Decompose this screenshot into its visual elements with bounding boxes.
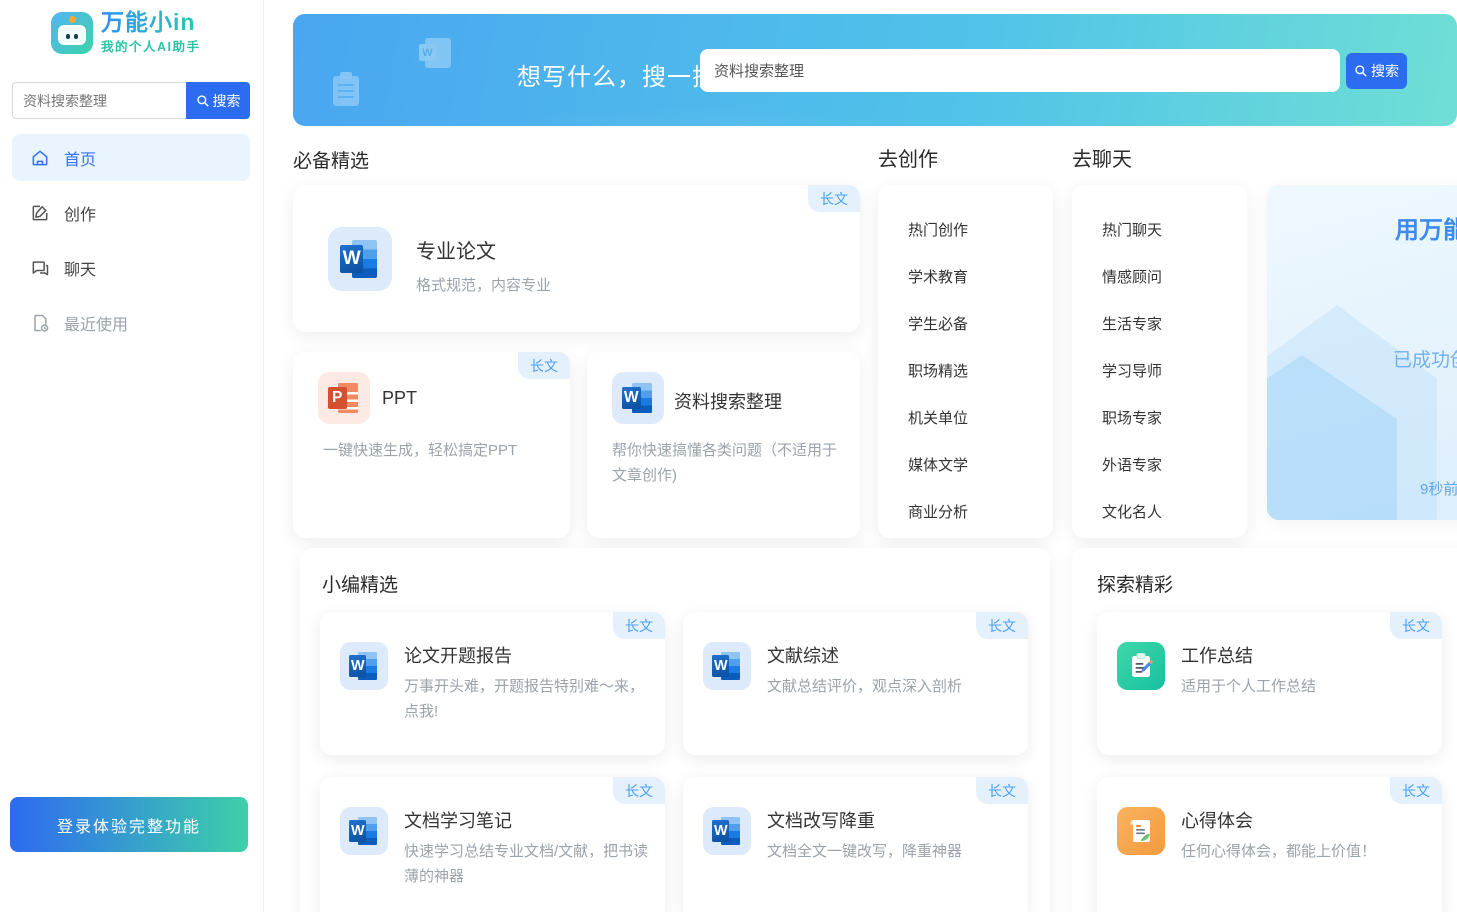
ppt-icon: P xyxy=(318,372,370,424)
chat-item[interactable]: 职场专家 xyxy=(1102,395,1247,442)
card-subtitle: 快速学习总结专业文档/文献，把书读薄的神器 xyxy=(404,839,652,889)
word-icon: W xyxy=(703,807,751,855)
sidebar-menu: 首页 创作 聊天 最近使用 xyxy=(12,134,250,354)
card-title: 资料搜索整理 xyxy=(674,388,782,414)
create-item[interactable]: 学术教育 xyxy=(908,254,1053,301)
create-item[interactable]: 热门创作 xyxy=(908,207,1053,254)
promo-title: 用万能 xyxy=(1395,210,1457,245)
card-ppt[interactable]: 长文 P PPT 一键快速生成，轻松搞定PPT xyxy=(293,352,570,538)
card-subtitle: 一键快速生成，轻松搞定PPT xyxy=(323,438,548,463)
long-text-badge: 长文 xyxy=(808,185,860,212)
sidebar-item-home[interactable]: 首页 xyxy=(12,134,250,181)
card-subtitle: 帮你快速搞懂各类问题（不适用于文章创作) xyxy=(612,438,840,488)
app-logo: 万能小in 我的个人AI助手 xyxy=(51,10,201,55)
banner-prompt: 想写什么，搜一搜 xyxy=(517,57,717,92)
long-text-badge: 长文 xyxy=(1390,612,1442,639)
create-item[interactable]: 机关单位 xyxy=(908,395,1053,442)
word-deco-icon xyxy=(425,38,451,68)
word-icon: W xyxy=(328,227,392,291)
sidebar-search-button[interactable]: 搜索 xyxy=(186,82,250,119)
card-title: 心得体会 xyxy=(1181,807,1253,833)
search-banner: 想写什么，搜一搜 搜索 xyxy=(293,14,1457,126)
explore-section: 探索精彩 长文 工作总结 适用于个人工作总结 长文 心得体会 任何心得体会，都能… xyxy=(1072,548,1457,912)
card-title: 文档改写降重 xyxy=(767,807,875,833)
chat-item[interactable]: 生活专家 xyxy=(1102,301,1247,348)
card-work-summary[interactable]: 长文 工作总结 适用于个人工作总结 xyxy=(1097,612,1442,755)
create-heading: 去创作 xyxy=(878,143,938,172)
sidebar-item-chat[interactable]: 聊天 xyxy=(12,244,250,291)
card-title: 论文开题报告 xyxy=(404,642,512,668)
promo-timestamp: 9秒前 xyxy=(1420,478,1457,499)
long-text-badge: 长文 xyxy=(976,777,1028,804)
essentials-heading: 必备精选 xyxy=(293,146,369,173)
sidebar-search: 搜索 xyxy=(12,82,250,119)
banner-arc-decoration xyxy=(293,92,1153,126)
create-list-card: 热门创作 学术教育 学生必备 职场精选 机关单位 媒体文学 商业分析 xyxy=(878,185,1053,538)
chat-icon xyxy=(30,258,50,278)
editors-heading: 小编精选 xyxy=(322,570,398,597)
promo-status-text: 已成功创 xyxy=(1393,345,1457,372)
clipboard-pen-icon xyxy=(1117,642,1165,690)
card-rewrite-dedup[interactable]: 长文 W 文档改写降重 文档全文一键改写，降重神器 xyxy=(683,777,1028,912)
long-text-badge: 长文 xyxy=(613,777,665,804)
long-text-badge: 长文 xyxy=(518,352,570,379)
card-subtitle: 文档全文一键改写，降重神器 xyxy=(767,839,1015,864)
word-icon: W xyxy=(703,642,751,690)
card-thesis-proposal[interactable]: 长文 W 论文开题报告 万事开头难，开题报告特别难～来，点我! xyxy=(320,612,665,755)
banner-search-input[interactable] xyxy=(700,49,1340,92)
chat-list-card: 热门聊天 情感顾问 生活专家 学习导师 职场专家 外语专家 文化名人 xyxy=(1072,185,1247,538)
word-icon: W xyxy=(340,807,388,855)
scroll-feather-icon xyxy=(1117,807,1165,855)
chat-heading: 去聊天 xyxy=(1072,143,1132,172)
card-title: 文档学习笔记 xyxy=(404,807,512,833)
card-subtitle: 格式规范，内容专业 xyxy=(416,273,551,298)
card-professional-paper[interactable]: 长文 W 专业论文 格式规范，内容专业 xyxy=(293,185,860,332)
chat-item[interactable]: 情感顾问 xyxy=(1102,254,1247,301)
create-item[interactable]: 媒体文学 xyxy=(908,442,1053,489)
create-item[interactable]: 学生必备 xyxy=(908,301,1053,348)
robot-logo-icon xyxy=(51,12,93,54)
card-subtitle: 文献总结评价，观点深入剖析 xyxy=(767,674,1015,699)
recent-doc-clock-icon xyxy=(30,313,50,333)
sidebar-item-recent[interactable]: 最近使用 xyxy=(12,299,250,346)
explore-heading: 探索精彩 xyxy=(1097,570,1173,597)
clipboard-deco-icon xyxy=(333,76,359,106)
chat-item[interactable]: 文化名人 xyxy=(1102,489,1247,536)
long-text-badge: 长文 xyxy=(1390,777,1442,804)
sidebar-item-create[interactable]: 创作 xyxy=(12,189,250,236)
word-icon: W xyxy=(340,642,388,690)
editors-section: 小编精选 长文 W 论文开题报告 万事开头难，开题报告特别难～来，点我! 长文 … xyxy=(300,548,1050,912)
home-icon xyxy=(30,148,50,168)
chat-item[interactable]: 学习导师 xyxy=(1102,348,1247,395)
chat-item[interactable]: 热门聊天 xyxy=(1102,207,1247,254)
card-subtitle: 适用于个人工作总结 xyxy=(1181,674,1429,699)
sidebar: 万能小in 我的个人AI助手 搜索 首页 创作 聊天 最近使用 登录体验完整功能 xyxy=(0,0,264,912)
long-text-badge: 长文 xyxy=(613,612,665,639)
card-data-search[interactable]: W 资料搜索整理 帮你快速搞懂各类问题（不适用于文章创作) xyxy=(587,352,860,538)
search-icon xyxy=(196,94,210,108)
app-name: 万能小in xyxy=(101,10,201,34)
card-study-notes[interactable]: 长文 W 文档学习笔记 快速学习总结专业文档/文献，把书读薄的神器 xyxy=(320,777,665,912)
banner-search-button[interactable]: 搜索 xyxy=(1346,53,1407,89)
sidebar-search-input[interactable] xyxy=(12,82,186,119)
chat-item[interactable]: 外语专家 xyxy=(1102,442,1247,489)
card-reflections[interactable]: 长文 心得体会 任何心得体会，都能上价值！ xyxy=(1097,777,1442,912)
create-item[interactable]: 职场精选 xyxy=(908,348,1053,395)
promo-card[interactable]: 用万能 已成功创 9秒前 xyxy=(1267,185,1457,520)
card-subtitle: 万事开头难，开题报告特别难～来，点我! xyxy=(404,674,652,724)
card-title: 工作总结 xyxy=(1181,642,1253,668)
card-subtitle: 任何心得体会，都能上价值！ xyxy=(1181,839,1429,864)
login-button[interactable]: 登录体验完整功能 xyxy=(10,797,248,852)
card-literature-review[interactable]: 长文 W 文献综述 文献总结评价，观点深入剖析 xyxy=(683,612,1028,755)
edit-icon xyxy=(30,203,50,223)
create-item[interactable]: 商业分析 xyxy=(908,489,1053,536)
search-icon xyxy=(1354,64,1368,78)
card-title: PPT xyxy=(382,388,417,409)
word-icon: W xyxy=(612,372,664,424)
app-tagline: 我的个人AI助手 xyxy=(101,36,201,55)
card-title: 专业论文 xyxy=(416,235,496,264)
long-text-badge: 长文 xyxy=(976,612,1028,639)
card-title: 文献综述 xyxy=(767,642,839,668)
